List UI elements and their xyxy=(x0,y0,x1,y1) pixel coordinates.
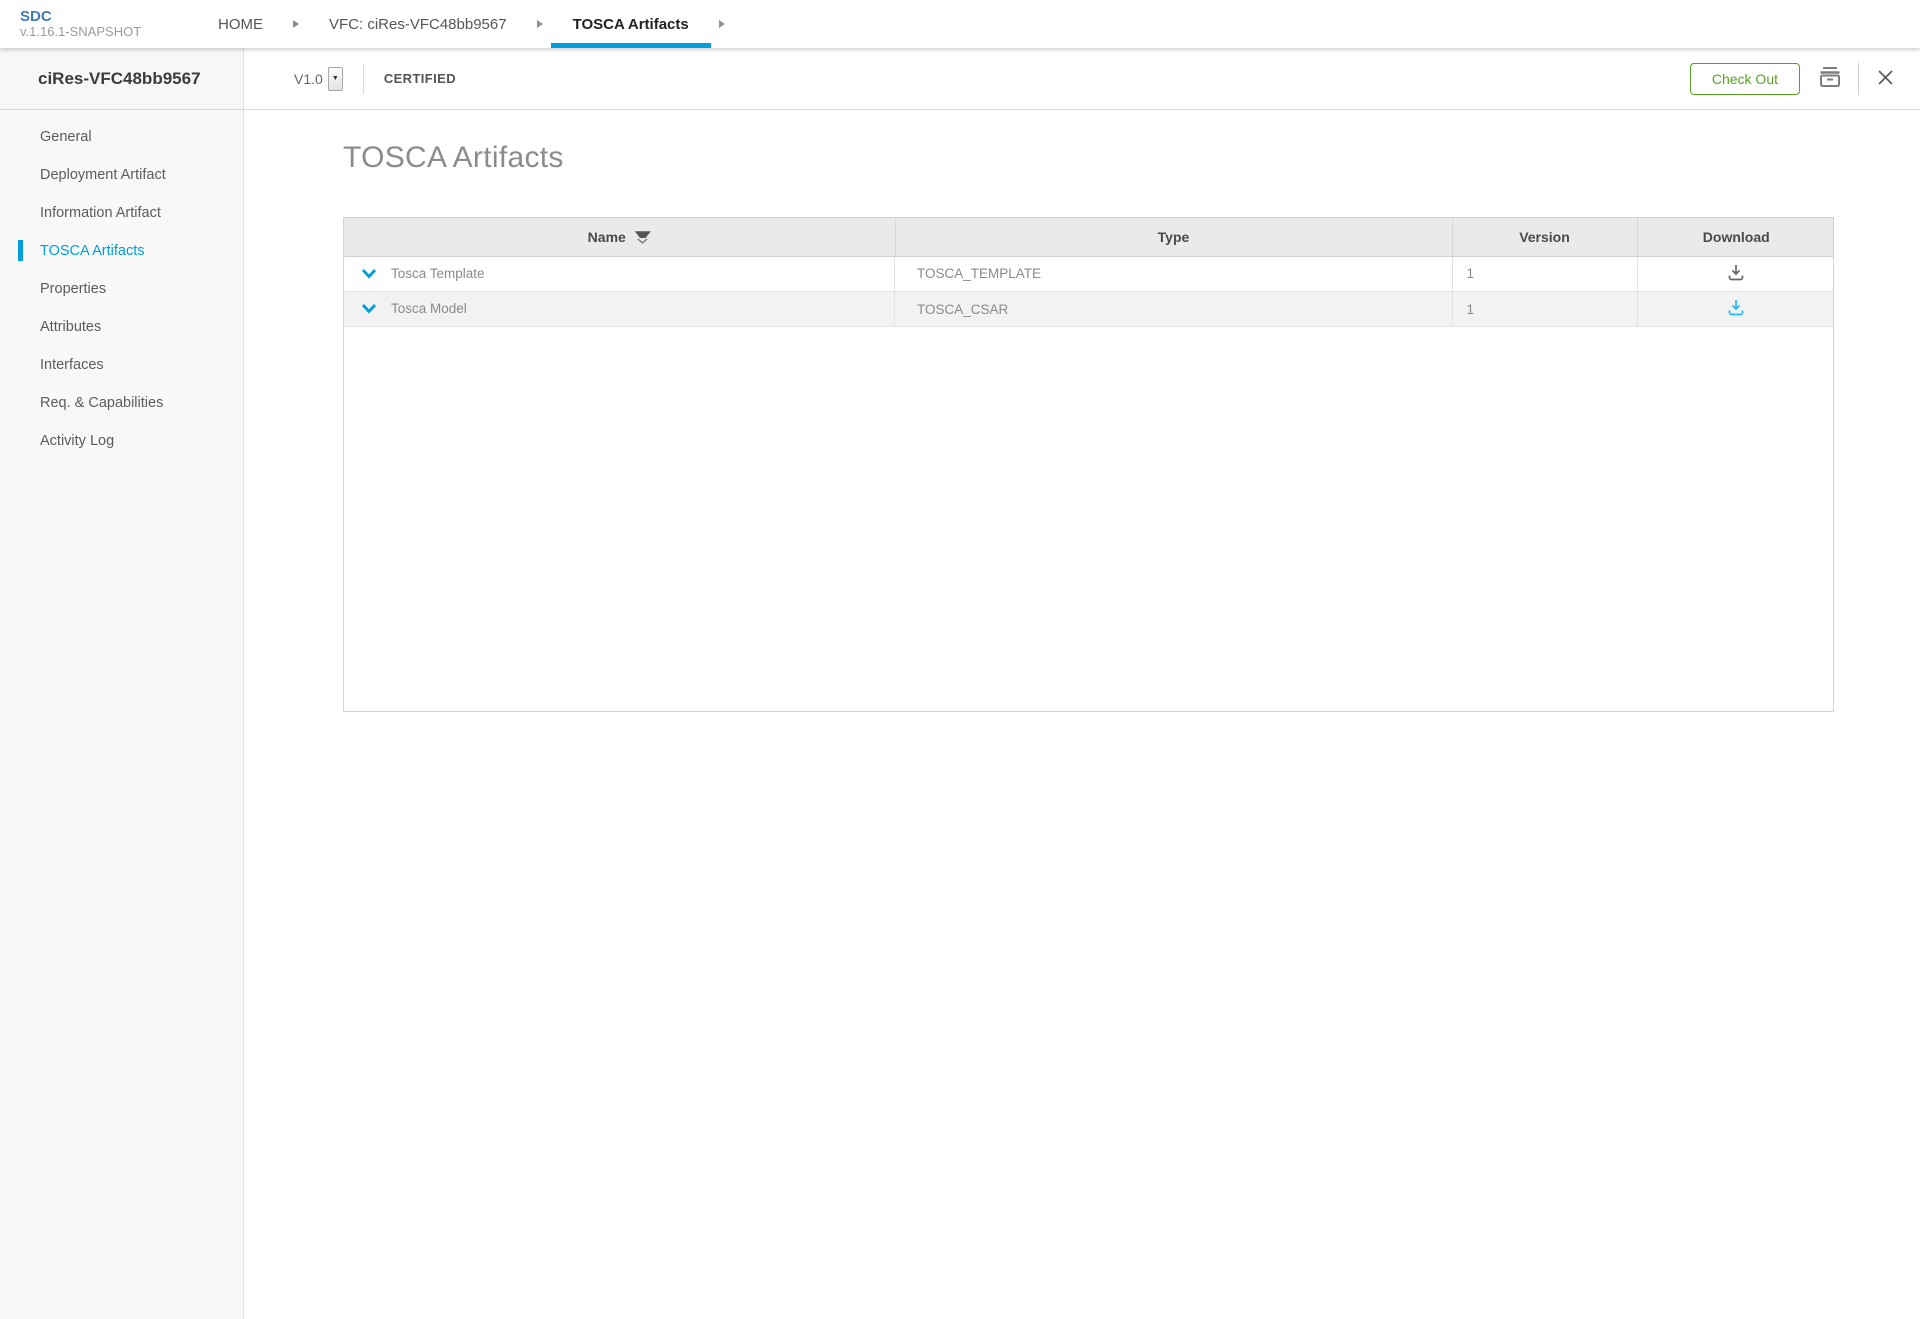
main-content: TOSCA Artifacts Name xyxy=(244,110,1920,1319)
tab-home[interactable]: HOME xyxy=(196,0,285,48)
print-button[interactable] xyxy=(1818,66,1842,91)
sidebar-item-deployment-artifact[interactable]: Deployment Artifact xyxy=(0,156,243,194)
sidebar-item-general[interactable]: General xyxy=(0,118,243,156)
artifact-name: Tosca Template xyxy=(391,266,485,281)
artifact-type: TOSCA_TEMPLATE xyxy=(895,256,1452,292)
entity-name: ciRes-VFC48bb9567 xyxy=(38,69,201,89)
sidebar-item-interfaces[interactable]: Interfaces xyxy=(0,346,243,384)
entity-header-toolbar: V1.0 ▼ CERTIFIED Check Out xyxy=(244,48,1920,109)
table-header-row: Name Type Version Download xyxy=(344,218,1834,256)
sidebar-item-tosca-artifacts[interactable]: TOSCA Artifacts xyxy=(0,232,243,270)
app-logo: SDC v.1.16.1-SNAPSHOT xyxy=(0,0,196,48)
download-icon xyxy=(1727,264,1745,284)
page-title: TOSCA Artifacts xyxy=(343,141,564,175)
check-out-button[interactable]: Check Out xyxy=(1690,63,1800,95)
sort-icon[interactable] xyxy=(635,231,651,244)
printer-icon xyxy=(1818,66,1842,91)
column-header-version[interactable]: Version xyxy=(1452,218,1637,256)
sidebar-item-activity-log[interactable]: Activity Log xyxy=(0,422,243,460)
lifecycle-state-badge: CERTIFIED xyxy=(384,71,456,86)
sidebar-item-req-capabilities[interactable]: Req. & Capabilities xyxy=(0,384,243,422)
breadcrumb: HOME VFC: ciRes-VFC48bb9567 TOSCA Artifa… xyxy=(196,0,733,48)
download-button[interactable] xyxy=(1727,264,1745,284)
column-header-type[interactable]: Type xyxy=(895,218,1452,256)
column-header-download: Download xyxy=(1637,218,1834,256)
entity-header: ciRes-VFC48bb9567 V1.0 ▼ CERTIFIED Check… xyxy=(0,48,1920,110)
download-button[interactable] xyxy=(1727,299,1745,319)
artifact-version: 1 xyxy=(1452,256,1637,292)
artifacts-table: Name Type Version Download xyxy=(343,217,1834,712)
app-version: v.1.16.1-SNAPSHOT xyxy=(20,25,196,40)
divider xyxy=(1858,63,1859,95)
close-button[interactable] xyxy=(1877,69,1894,89)
entity-name-cell: ciRes-VFC48bb9567 xyxy=(0,48,244,109)
breadcrumb-arrow-icon xyxy=(536,19,544,29)
table-row: Tosca Template TOSCA_TEMPLATE 1 xyxy=(344,256,1834,292)
expand-row-chevron-down-icon[interactable] xyxy=(361,268,377,279)
top-nav-bar: SDC v.1.16.1-SNAPSHOT HOME VFC: ciRes-VF… xyxy=(0,0,1920,48)
download-icon xyxy=(1727,299,1745,319)
version-label: V1.0 xyxy=(294,71,323,87)
close-icon xyxy=(1877,69,1894,89)
version-dropdown-icon[interactable]: ▼ xyxy=(328,67,343,91)
artifact-name: Tosca Model xyxy=(391,301,467,316)
divider xyxy=(363,64,364,94)
version-selector[interactable]: V1.0 ▼ xyxy=(294,67,343,91)
sidebar-item-attributes[interactable]: Attributes xyxy=(0,308,243,346)
app-name: SDC xyxy=(20,8,196,25)
artifact-version: 1 xyxy=(1452,292,1637,327)
sidebar-item-information-artifact[interactable]: Information Artifact xyxy=(0,194,243,232)
breadcrumb-arrow-icon xyxy=(292,19,300,29)
sidebar: General Deployment Artifact Information … xyxy=(0,110,244,1319)
expand-row-chevron-down-icon[interactable] xyxy=(361,303,377,314)
table-row: Tosca Model TOSCA_CSAR 1 xyxy=(344,292,1834,327)
sidebar-item-properties[interactable]: Properties xyxy=(0,270,243,308)
artifact-type: TOSCA_CSAR xyxy=(895,292,1452,327)
tab-vfc[interactable]: VFC: ciRes-VFC48bb9567 xyxy=(307,0,529,48)
tab-tosca-artifacts[interactable]: TOSCA Artifacts xyxy=(551,0,711,48)
column-header-name[interactable]: Name xyxy=(344,218,895,256)
breadcrumb-arrow-icon xyxy=(718,19,726,29)
